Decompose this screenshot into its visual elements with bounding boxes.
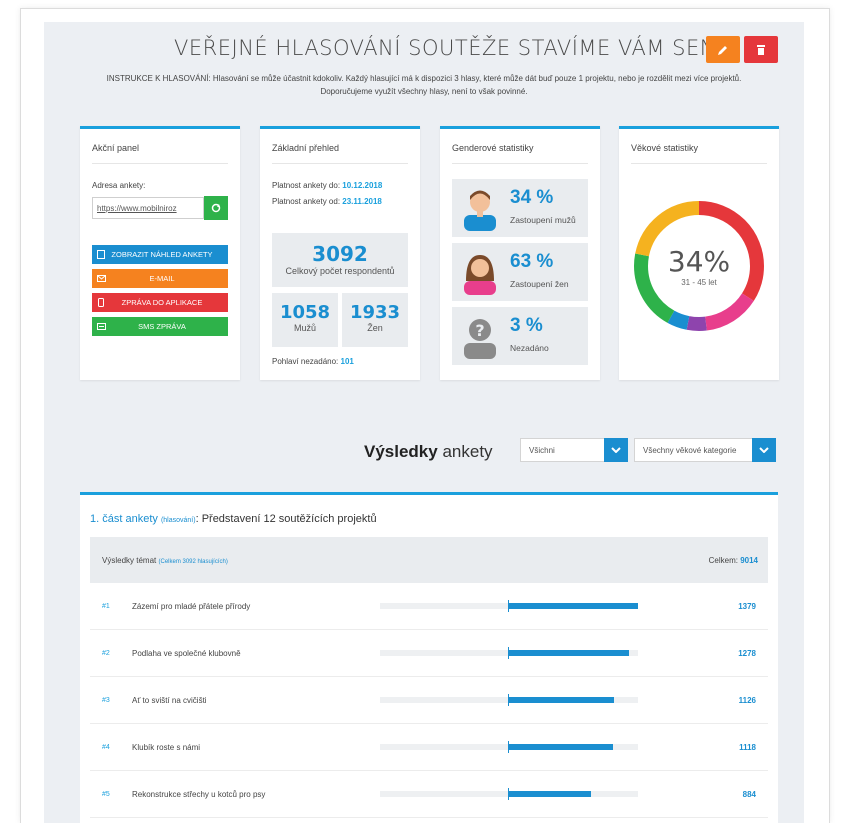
poll-url-field[interactable]: https://www.mobilniroz [92,197,204,219]
male-avatar-icon [464,190,496,231]
respondent-filter-select[interactable]: Všichni [520,438,628,462]
table-row[interactable]: #2 Podlaha ve společné klubovně 1278 [90,630,768,677]
total-respondents: 3092 Celkový počet respondentů [272,233,408,287]
table-row[interactable]: #1 Zázemí pro mladé přátele přírody 1379 [90,583,768,630]
men-count: 1058 Mužů [272,293,338,347]
voting-instructions: INSTRUKCE K HLASOVÁNÍ: Hlasování se může… [106,74,742,96]
gender-unset-box: ? 3 % Nezadáno [452,307,588,365]
refresh-icon [211,203,221,213]
age-center-value: 34% [668,245,730,278]
svg-text:?: ? [475,321,484,340]
age-center-label: 31 - 45 let [681,278,717,287]
poll-dashboard: VEŘEJNÉ HLASOVÁNÍ SOUTĚŽE STAVÍME VÁM SE… [44,22,804,823]
result-bar [380,741,638,753]
chat-icon [92,317,110,336]
card-title: Základní přehled [272,143,340,153]
card-title: Genderové statistiky [452,143,534,153]
age-stats-card: Věkové statistiky 34% 31 - 45 let [619,126,779,380]
sms-button[interactable]: SMS ZPRÁVA [92,317,228,336]
preview-icon [92,245,110,264]
results-title: Výsledky ankety [364,442,493,461]
gender-women-box: 63 % Zastoupení žen [452,243,588,301]
gender-men-box: 34 % Zastoupení mužů [452,179,588,237]
age-filter-select[interactable]: Všechny věkové kategorie [634,438,776,462]
envelope-icon [92,269,110,288]
results-header: Výsledky ankety Všichni Všechny věkové k… [44,432,804,472]
preview-poll-button[interactable]: ZOBRAZIT NÁHLED ANKETY [92,245,228,264]
valid-to: Platnost ankety do: 10.12.2018 [272,181,383,190]
result-bar [380,788,638,800]
chevron-down-icon [604,438,628,462]
women-count: 1933 Žen [342,293,408,347]
page-title: VEŘEJNÉ HLASOVÁNÍ SOUTĚŽE STAVÍME VÁM SE… [174,36,716,60]
action-panel-card: Akční panel Adresa ankety: https://www.m… [80,126,240,380]
gender-unset: Pohlaví nezadáno: 101 [272,357,354,366]
gender-stats-card: Genderové statistiky 34 % Zastoupení muž… [440,126,600,380]
table-row[interactable]: #3 Ať to sviští na cvičišti 1126 [90,677,768,724]
edit-button[interactable] [706,36,740,63]
page-header: VEŘEJNÉ HLASOVÁNÍ SOUTĚŽE STAVÍME VÁM SE… [44,32,804,66]
delete-button[interactable] [744,36,778,63]
result-bar [380,600,638,612]
results-panel: 1. část ankety (hlasování): Představení … [80,492,778,823]
copy-url-button[interactable] [204,196,228,220]
results-table-header: Výsledky témat (Celkem 3092 hlasujících)… [90,537,768,583]
pencil-icon [718,45,727,55]
chevron-down-icon [752,438,776,462]
female-avatar-icon [464,255,496,295]
result-bar [380,694,638,706]
card-title: Věkové statistiky [631,143,699,153]
phone-icon [92,293,110,312]
email-button[interactable]: E-MAIL [92,269,228,288]
table-row[interactable]: #4 Klubík roste s námi 1118 [90,724,768,771]
section-title: 1. část ankety (hlasování): Představení … [90,513,377,525]
app-message-button[interactable]: ZPRÁVA DO APLIKACE [92,293,228,312]
table-row[interactable]: #5 Rekonstrukce střechy u kotců pro psy … [90,771,768,818]
unknown-avatar-icon: ? [464,319,496,359]
result-bar [380,647,638,659]
trash-icon [757,44,765,55]
age-donut-chart: 34% 31 - 45 let [634,201,764,331]
overview-card: Základní přehled Platnost ankety do: 10.… [260,126,420,380]
valid-from: Platnost ankety od: 23.11.2018 [272,197,382,206]
card-title: Akční panel [92,143,140,153]
url-label: Adresa ankety: [92,181,146,190]
